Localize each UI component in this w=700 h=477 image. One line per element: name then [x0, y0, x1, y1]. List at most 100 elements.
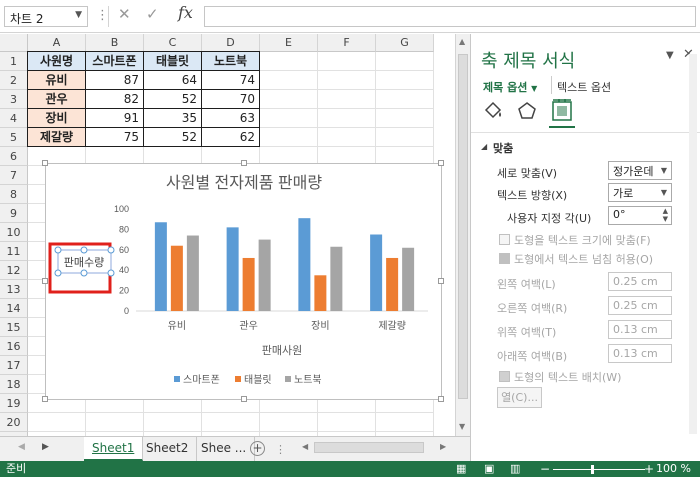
row-header[interactable]: 3	[0, 90, 28, 109]
add-sheet-icon[interactable]: +	[250, 441, 265, 456]
pane-scrollbar[interactable]	[689, 54, 697, 434]
table-label-cell[interactable]: 유비	[27, 70, 86, 90]
row-header[interactable]: 7	[0, 166, 28, 185]
insert-function-icon[interactable]: fx	[178, 3, 193, 22]
chart-resize-handle[interactable]	[241, 396, 247, 402]
bar[interactable]	[330, 246, 343, 311]
tab-text-options[interactable]: 텍스트 옵션	[557, 79, 611, 95]
resize-handle[interactable]	[80, 269, 88, 277]
cell[interactable]	[318, 52, 376, 71]
cell[interactable]	[202, 413, 260, 432]
normal-view-icon[interactable]: ▦	[456, 461, 466, 477]
x-axis-title[interactable]: 판매사원	[262, 344, 302, 357]
column-header[interactable]: D	[202, 34, 260, 52]
cell[interactable]	[376, 413, 434, 432]
bar[interactable]	[242, 257, 255, 311]
chart-resize-handle[interactable]	[241, 160, 247, 166]
table-value-cell[interactable]: 63	[201, 108, 260, 128]
table-value-cell[interactable]: 64	[143, 70, 202, 90]
columns-button[interactable]: 열(C)...	[497, 387, 542, 408]
fill-line-icon[interactable]	[483, 100, 503, 125]
y-axis-title[interactable]: 판매수량	[64, 256, 104, 269]
pane-menu-icon[interactable]: ▼	[666, 50, 674, 61]
zoom-out-icon[interactable]: −	[540, 461, 550, 477]
cell[interactable]	[318, 71, 376, 90]
tab-sheet1[interactable]: Sheet1	[84, 437, 144, 461]
resize-handle[interactable]	[80, 246, 88, 254]
table-value-cell[interactable]: 70	[201, 89, 260, 109]
column-header[interactable]: F	[318, 34, 376, 52]
cell[interactable]	[318, 90, 376, 109]
cell[interactable]	[28, 413, 86, 432]
row-header[interactable]: 8	[0, 185, 28, 204]
resize-shape-checkbox[interactable]	[499, 234, 510, 245]
cell[interactable]	[318, 413, 376, 432]
top-margin-input[interactable]: 0.13 cm	[608, 320, 672, 339]
bar[interactable]	[402, 247, 415, 311]
horizontal-scrollbar[interactable]: ◀ ▶	[300, 440, 450, 455]
zoom-level[interactable]: 100 %	[656, 461, 691, 477]
bar[interactable]	[186, 235, 199, 311]
vertical-scrollbar[interactable]: ▲ ▼	[455, 34, 470, 436]
tab-sheet2[interactable]: Sheet2	[138, 437, 198, 461]
bar[interactable]	[386, 257, 399, 311]
resize-handle[interactable]	[54, 269, 62, 277]
size-properties-icon[interactable]	[551, 98, 573, 125]
table-value-cell[interactable]: 62	[201, 127, 260, 147]
zoom-in-icon[interactable]: +	[644, 461, 654, 477]
row-header[interactable]: 15	[0, 318, 28, 337]
row-header[interactable]: 11	[0, 242, 28, 261]
bar[interactable]	[370, 234, 383, 312]
right-margin-input[interactable]: 0.25 cm	[608, 296, 672, 315]
chart-resize-handle[interactable]	[438, 278, 444, 284]
chart-resize-handle[interactable]	[42, 160, 48, 166]
scroll-left-icon[interactable]: ◀	[302, 442, 308, 451]
scroll-thumb[interactable]	[458, 54, 468, 399]
cell[interactable]	[376, 109, 434, 128]
column-header[interactable]: B	[86, 34, 144, 52]
bar[interactable]	[298, 218, 311, 311]
zoom-slider-thumb[interactable]	[591, 465, 594, 474]
cancel-icon[interactable]: ✕	[118, 5, 131, 23]
cell[interactable]	[260, 71, 318, 90]
wrap-shape-checkbox[interactable]	[499, 371, 510, 382]
resize-handle[interactable]	[107, 269, 115, 277]
prev-sheet-icon[interactable]: ◀	[18, 442, 25, 452]
cell[interactable]	[260, 52, 318, 71]
zoom-slider[interactable]	[553, 469, 645, 470]
custom-angle-input[interactable]: 0° ▲ ▼	[608, 206, 672, 225]
table-value-cell[interactable]: 52	[143, 89, 202, 109]
scroll-down-icon[interactable]: ▼	[459, 422, 465, 431]
bar[interactable]	[258, 239, 271, 311]
check-icon[interactable]: ✓	[146, 5, 159, 23]
vertical-align-select[interactable]: 정가운데 ▼	[608, 161, 672, 180]
select-all-corner[interactable]	[0, 34, 28, 52]
chart-title[interactable]: 사원별 전자제품 판매량	[166, 174, 322, 192]
column-header[interactable]: C	[144, 34, 202, 52]
row-header[interactable]: 12	[0, 261, 28, 280]
cell[interactable]	[318, 109, 376, 128]
row-header[interactable]: 6	[0, 147, 28, 166]
page-layout-icon[interactable]: ▣	[484, 461, 494, 477]
bar[interactable]	[154, 222, 167, 311]
scroll-up-icon[interactable]: ▲	[459, 37, 465, 46]
cell[interactable]	[144, 413, 202, 432]
scroll-right-icon[interactable]: ▶	[440, 442, 446, 451]
tab-title-options[interactable]: 제목 옵션 ▼	[483, 79, 537, 95]
table-value-cell[interactable]: 82	[85, 89, 144, 109]
row-header[interactable]: 16	[0, 337, 28, 356]
legend[interactable]: 스마트폰 태블릿 노트북	[174, 374, 322, 386]
resize-handle[interactable]	[107, 246, 115, 254]
wrap-text-checkbox[interactable]	[499, 253, 510, 264]
chevron-down-icon[interactable]: ▼	[75, 10, 82, 20]
collapse-icon[interactable]: ◢	[481, 142, 487, 151]
section-alignment[interactable]: 맞춤	[493, 140, 513, 156]
chart-resize-handle[interactable]	[42, 396, 48, 402]
column-header[interactable]: E	[260, 34, 318, 52]
row-header[interactable]: 9	[0, 204, 28, 223]
next-sheet-icon[interactable]: ▶	[42, 442, 49, 452]
row-header[interactable]: 13	[0, 280, 28, 299]
table-value-cell[interactable]: 74	[201, 70, 260, 90]
table-label-cell[interactable]: 관우	[27, 89, 86, 109]
chart-resize-handle[interactable]	[438, 160, 444, 166]
